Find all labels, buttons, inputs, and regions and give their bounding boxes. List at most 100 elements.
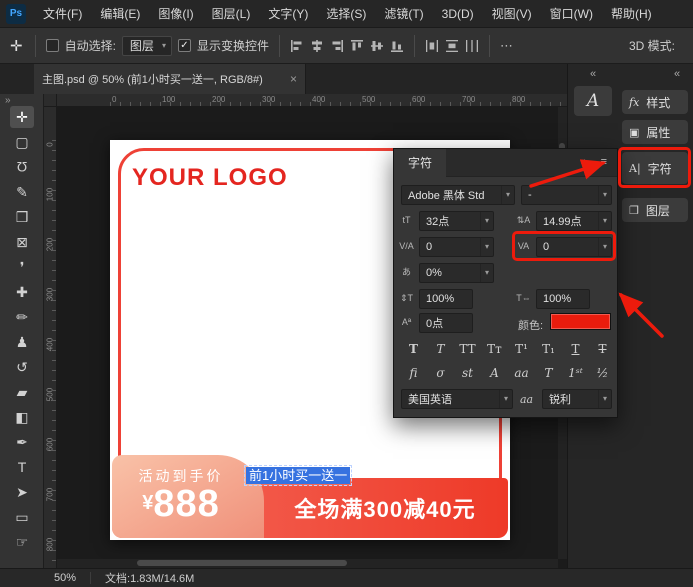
font-family-select[interactable]: Adobe 黑体 Std ▾ <box>401 185 515 205</box>
glyphs-panel-button[interactable]: A <box>574 86 612 116</box>
character-panel-label: 字符 <box>648 160 672 177</box>
menu-filter[interactable]: 滤镜(T) <box>375 0 432 28</box>
history-brush-tool[interactable]: ↺ <box>10 356 34 378</box>
font-size-select[interactable]: 32点 ▾ <box>419 211 494 231</box>
titling-alternates-button[interactable]: aa <box>509 363 534 382</box>
swash-button[interactable]: T <box>536 363 561 382</box>
tab-close-icon[interactable]: × <box>290 72 297 86</box>
layers-panel-button[interactable]: ❐ 图层 <box>622 198 688 222</box>
tracking-icon: VA <box>515 242 532 251</box>
kerning-select[interactable]: 0 ▾ <box>419 237 494 257</box>
align-top-edges-icon[interactable] <box>350 39 364 53</box>
more-options-icon[interactable]: ⋯ <box>500 38 514 54</box>
text-color-swatch[interactable] <box>550 313 611 330</box>
show-transform-checkbox[interactable]: ✓ <box>178 39 191 52</box>
distribute-horizontal-icon[interactable] <box>425 39 439 53</box>
menu-image[interactable]: 图像(I) <box>149 0 202 28</box>
discretionary-ligatures-button[interactable]: st <box>455 363 480 382</box>
gradient-tool[interactable]: ◧ <box>10 406 34 428</box>
divider <box>414 35 415 57</box>
align-right-edges-icon[interactable] <box>330 39 344 53</box>
collapse-dock-icon[interactable]: « <box>590 68 596 80</box>
distribute-spacing-icon[interactable] <box>465 39 479 53</box>
character-panel-tab[interactable]: 字符 <box>394 149 446 177</box>
all-caps-button[interactable]: TT <box>455 339 480 358</box>
menu-bar: Ps 文件(F) 编辑(E) 图像(I) 图层(L) 文字(Y) 选择(S) 滤… <box>0 0 693 28</box>
document-tab[interactable]: 主图.psd @ 50% (前1小时买一送一, RGB/8#) × <box>34 64 306 94</box>
align-left-edges-icon[interactable] <box>290 39 304 53</box>
menu-view[interactable]: 视图(V) <box>483 0 541 28</box>
menu-3d[interactable]: 3D(D) <box>433 0 483 28</box>
character-panel-button[interactable]: A| 字符 <box>622 152 688 184</box>
faux-italic-button[interactable]: T <box>428 339 453 358</box>
toolbar-expand-icon[interactable]: » <box>5 95 11 106</box>
horizontal-scale-input[interactable]: 100% <box>536 289 590 309</box>
eyedropper-tool[interactable]: ❜ <box>10 256 34 278</box>
auto-select-checkbox[interactable] <box>46 39 59 52</box>
photoshop-logo: Ps <box>6 4 26 24</box>
menu-window[interactable]: 窗口(W) <box>541 0 602 28</box>
type-tool[interactable]: T <box>10 456 34 478</box>
properties-panel-button[interactable]: ▣ 属性 <box>622 120 688 144</box>
strikethrough-button[interactable]: T <box>590 339 615 358</box>
design-price-blob: 活动到手价 ¥888 <box>112 455 264 538</box>
auto-select-target-dropdown[interactable]: 图层 ▾ <box>122 36 172 56</box>
small-caps-button[interactable]: Tᴛ <box>482 339 507 358</box>
color-label: 颜色: <box>518 317 543 333</box>
align-vertical-centers-icon[interactable] <box>370 39 384 53</box>
align-horizontal-centers-icon[interactable] <box>310 39 324 53</box>
frame-tool[interactable]: ⊠ <box>10 231 34 253</box>
panel-menu-icon[interactable]: ≡ <box>601 157 607 168</box>
menu-edit[interactable]: 编辑(E) <box>91 0 149 28</box>
ligatures-button[interactable]: fi <box>401 363 426 382</box>
shape-tool[interactable]: ▭ <box>10 506 34 528</box>
collapse-dock-icon[interactable]: « <box>674 68 680 80</box>
font-style-select[interactable]: - ▾ <box>521 185 612 205</box>
menu-select[interactable]: 选择(S) <box>317 0 375 28</box>
character-panel-header[interactable]: 字符 » ≡ <box>394 149 617 177</box>
menu-layer[interactable]: 图层(L) <box>203 0 260 28</box>
align-bottom-edges-icon[interactable] <box>390 39 404 53</box>
ruler-label: 600 <box>46 436 55 454</box>
leading-value: 14.99点 <box>543 213 582 229</box>
horizontal-scrollbar-thumb[interactable] <box>137 560 347 566</box>
superscript-button[interactable]: T¹ <box>509 339 534 358</box>
hand-tool[interactable]: ☞ <box>10 531 34 553</box>
crop-tool[interactable]: ❒ <box>10 206 34 228</box>
healing-brush-tool[interactable]: ✚ <box>10 281 34 303</box>
font-family-value: Adobe 黑体 Std <box>408 187 484 203</box>
distribute-vertical-icon[interactable] <box>445 39 459 53</box>
language-select[interactable]: 美国英语 ▾ <box>401 389 513 409</box>
marquee-tool[interactable]: ▢ <box>10 131 34 153</box>
vertical-scale-input[interactable]: 100% <box>419 289 473 309</box>
divider <box>35 35 36 57</box>
styles-panel-button[interactable]: fx 样式 <box>622 90 688 114</box>
baseline-shift-input[interactable]: 0点 <box>419 313 473 333</box>
menu-help[interactable]: 帮助(H) <box>602 0 661 28</box>
zoom-level-field[interactable]: 50% <box>54 572 76 584</box>
tsume-select[interactable]: 0% ▾ <box>419 263 494 283</box>
ordinals-button[interactable]: 1ˢᵗ <box>563 363 588 382</box>
tracking-select[interactable]: 0 ▾ <box>536 237 612 257</box>
move-tool[interactable]: ✛ <box>10 106 34 128</box>
divider <box>279 35 280 57</box>
stylistic-alternates-button[interactable]: A <box>482 363 507 382</box>
clone-stamp-tool[interactable]: ♟ <box>10 331 34 353</box>
eraser-tool[interactable]: ▰ <box>10 381 34 403</box>
quick-selection-tool[interactable]: ✎ <box>10 181 34 203</box>
collapse-panel-icon[interactable]: » <box>581 157 587 168</box>
menu-type[interactable]: 文字(Y) <box>259 0 317 28</box>
lasso-tool[interactable]: Ω <box>10 156 34 178</box>
anti-alias-select[interactable]: 锐利 ▾ <box>542 389 612 409</box>
path-selection-tool[interactable]: ➤ <box>10 481 34 503</box>
subscript-button[interactable]: T₁ <box>536 339 561 358</box>
brush-tool[interactable]: ✏ <box>10 306 34 328</box>
selected-text-layer[interactable]: 前1小时买一送一 <box>244 465 352 486</box>
pen-tool[interactable]: ✒ <box>10 431 34 453</box>
menu-file[interactable]: 文件(F) <box>34 0 91 28</box>
contextual-alternates-button[interactable]: σ <box>428 363 453 382</box>
leading-select[interactable]: 14.99点 ▾ <box>536 211 612 231</box>
faux-bold-button[interactable]: T <box>401 339 426 358</box>
fractions-button[interactable]: ½ <box>590 363 615 382</box>
underline-button[interactable]: T <box>563 339 588 358</box>
